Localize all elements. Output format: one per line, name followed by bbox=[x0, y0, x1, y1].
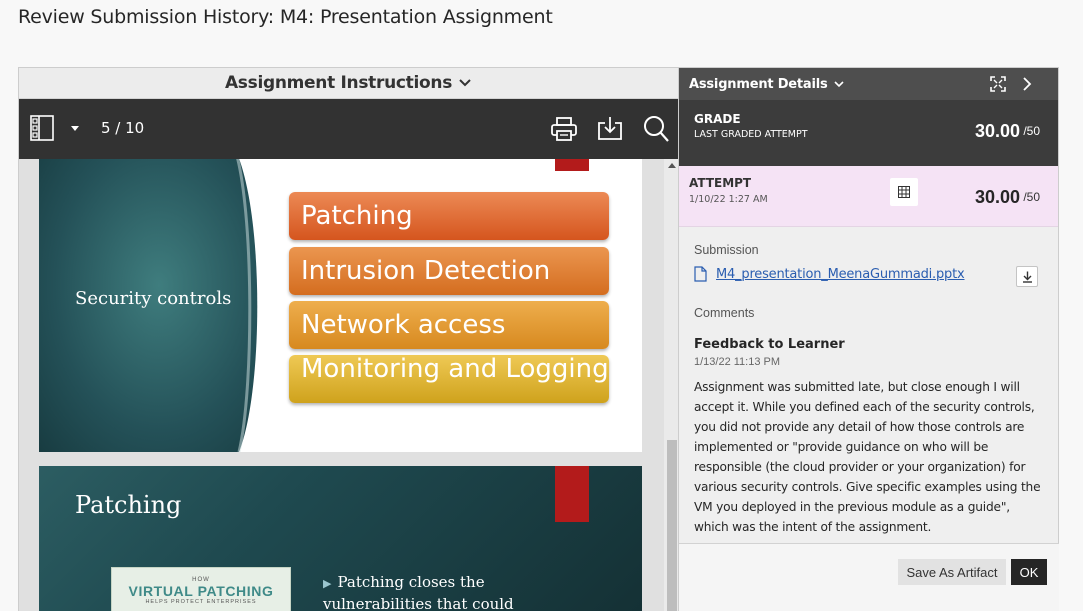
document-toolbar: 5 / 10 bbox=[19, 99, 678, 159]
instructions-header-label: Assignment Instructions bbox=[224, 73, 453, 93]
feedback-title: Feedback to Learner bbox=[694, 337, 845, 352]
document-viewer[interactable]: Security controls Patching Intrusion Det… bbox=[19, 159, 678, 611]
slide-security-controls: Security controls Patching Intrusion Det… bbox=[39, 159, 642, 452]
virtual-patching-logo: HOW VIRTUAL PATCHING HELPS PROTECT ENTER… bbox=[111, 567, 291, 611]
file-icon bbox=[694, 266, 707, 282]
search-icon[interactable] bbox=[643, 115, 669, 143]
attempt-score: 30.00 bbox=[974, 187, 1020, 207]
comments-label: Comments bbox=[694, 306, 755, 320]
slide-ribbon bbox=[555, 466, 589, 522]
details-footer: Save As Artifact OK bbox=[679, 543, 1059, 611]
attempt-row[interactable]: ATTEMPT 1/10/22 1:27 AM 30.00 /50 bbox=[679, 166, 1058, 227]
assignment-details-panel: Assignment Details GRADE LAST GRADED ATT… bbox=[679, 67, 1059, 611]
submission-label: Submission bbox=[694, 243, 759, 257]
grade-max: /50 bbox=[1023, 124, 1040, 138]
download-icon bbox=[1022, 271, 1032, 283]
attempt-max: /50 bbox=[1023, 190, 1040, 204]
sidebar-toggle-icon[interactable] bbox=[30, 115, 54, 141]
feedback-date: 1/13/22 11:13 PM bbox=[694, 356, 781, 368]
ok-button[interactable]: OK bbox=[1011, 559, 1047, 585]
page-indicator: 5 / 10 bbox=[101, 119, 145, 137]
scroll-up-arrow-icon[interactable] bbox=[668, 163, 676, 168]
expand-icon[interactable] bbox=[990, 76, 1006, 92]
feedback-text: Assignment was submitted late, but close… bbox=[694, 380, 1041, 534]
slide-bullet: ▶ Patching closes the vulnerabilities tha… bbox=[323, 573, 514, 611]
attempt-date: 1/10/22 1:27 AM bbox=[689, 194, 768, 205]
chevron-right-icon[interactable] bbox=[1022, 77, 1032, 91]
grid-icon bbox=[898, 186, 910, 198]
rubric-grid-button[interactable] bbox=[890, 178, 918, 206]
instructions-header-toggle[interactable]: Assignment Instructions bbox=[19, 68, 678, 99]
submission-file-row: M4_presentation_MeenaGummadi.pptx bbox=[694, 266, 965, 282]
slide-patching: Patching HOW VIRTUAL PATCHING HELPS PROT… bbox=[39, 466, 642, 611]
scrollbar-thumb[interactable] bbox=[667, 440, 677, 611]
scrollbar[interactable] bbox=[664, 159, 678, 611]
bullet-triangle-icon: ▶ bbox=[323, 577, 332, 590]
details-header: Assignment Details bbox=[679, 68, 1058, 100]
grade-sublabel: LAST GRADED ATTEMPT bbox=[694, 129, 808, 140]
grade-summary: GRADE LAST GRADED ATTEMPT 30.00 /50 bbox=[679, 100, 1058, 166]
slide-title: Security controls bbox=[75, 288, 232, 309]
slide-title: Patching bbox=[75, 491, 182, 519]
slide-bar-monitoring-logging: Monitoring and Logging bbox=[289, 355, 609, 403]
attempt-label: ATTEMPT bbox=[689, 176, 752, 190]
submission-file-link[interactable]: M4_presentation_MeenaGummadi.pptx bbox=[716, 267, 965, 282]
slide-bar-intrusion-detection: Intrusion Detection bbox=[289, 247, 609, 295]
slide-bar-patching: Patching bbox=[289, 192, 609, 240]
chevron-down-icon[interactable] bbox=[833, 80, 844, 88]
download-submission-button[interactable] bbox=[1016, 266, 1038, 287]
grade-label: GRADE bbox=[694, 112, 741, 126]
details-header-label[interactable]: Assignment Details bbox=[689, 77, 828, 92]
chevron-down-icon bbox=[459, 79, 471, 87]
download-icon[interactable] bbox=[597, 115, 623, 141]
page-title: Review Submission History: M4: Presentat… bbox=[18, 6, 553, 28]
caret-down-icon[interactable] bbox=[70, 126, 80, 132]
print-icon[interactable] bbox=[551, 117, 577, 141]
slide-bar-network-access: Network access bbox=[289, 301, 609, 349]
slide-ribbon bbox=[555, 159, 589, 171]
instructions-panel: Assignment Instructions 5 / 10 Security … bbox=[18, 67, 679, 611]
save-as-artifact-button[interactable]: Save As Artifact bbox=[898, 559, 1006, 585]
grade-score: 30.00 bbox=[974, 121, 1020, 141]
